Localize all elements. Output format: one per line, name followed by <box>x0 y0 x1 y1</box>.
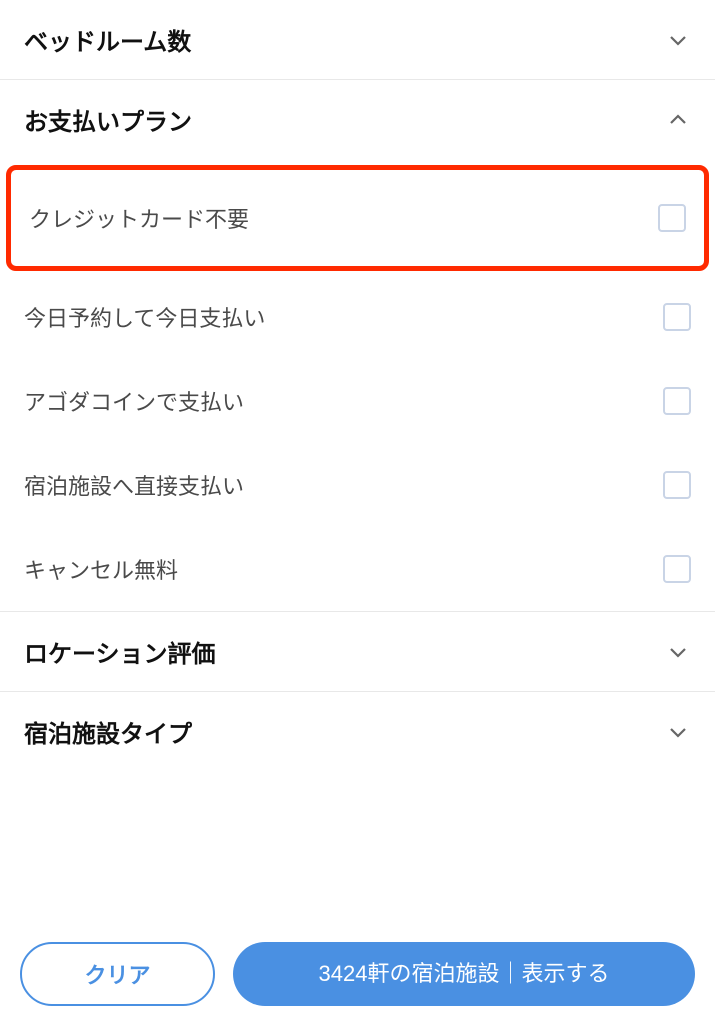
checkbox[interactable] <box>663 387 691 415</box>
checkbox[interactable] <box>663 555 691 583</box>
chevron-up-icon <box>665 107 691 133</box>
chevron-down-icon <box>665 27 691 53</box>
section-header-property-type[interactable]: 宿泊施設タイプ <box>0 692 715 771</box>
bottom-action-bar: クリア 3424軒の宿泊施設｜表示する <box>0 926 715 1024</box>
option-free-cancellation[interactable]: キャンセル無料 <box>0 527 715 611</box>
option-agoda-coin[interactable]: アゴダコインで支払い <box>0 359 715 443</box>
chevron-down-icon <box>665 719 691 745</box>
section-header-location-rating[interactable]: ロケーション評価 <box>0 611 715 692</box>
section-header-bedroom-count[interactable]: ベッドルーム数 <box>0 0 715 80</box>
payment-options-list: クレジットカード不要 今日予約して今日支払い アゴダコインで支払い 宿泊施設へ直… <box>0 165 715 611</box>
checkbox[interactable] <box>663 303 691 331</box>
show-results-button[interactable]: 3424軒の宿泊施設｜表示する <box>233 942 695 1006</box>
section-title: ロケーション評価 <box>24 634 216 669</box>
option-label: キャンセル無料 <box>24 553 178 585</box>
section-header-payment-plan[interactable]: お支払いプラン <box>0 80 715 159</box>
clear-button[interactable]: クリア <box>20 942 215 1006</box>
option-label: クレジットカード不要 <box>29 202 249 234</box>
option-pay-at-property[interactable]: 宿泊施設へ直接支払い <box>0 443 715 527</box>
checkbox[interactable] <box>663 471 691 499</box>
section-title: お支払いプラン <box>24 102 192 137</box>
section-title: ベッドルーム数 <box>24 22 191 57</box>
option-label: 宿泊施設へ直接支払い <box>24 469 244 501</box>
highlighted-option: クレジットカード不要 <box>6 165 709 271</box>
option-no-credit-card[interactable]: クレジットカード不要 <box>11 170 704 266</box>
option-book-today-pay-today[interactable]: 今日予約して今日支払い <box>0 275 715 359</box>
checkbox[interactable] <box>658 204 686 232</box>
option-label: アゴダコインで支払い <box>24 385 244 417</box>
section-title: 宿泊施設タイプ <box>24 714 192 749</box>
option-label: 今日予約して今日支払い <box>24 301 265 333</box>
chevron-down-icon <box>665 639 691 665</box>
